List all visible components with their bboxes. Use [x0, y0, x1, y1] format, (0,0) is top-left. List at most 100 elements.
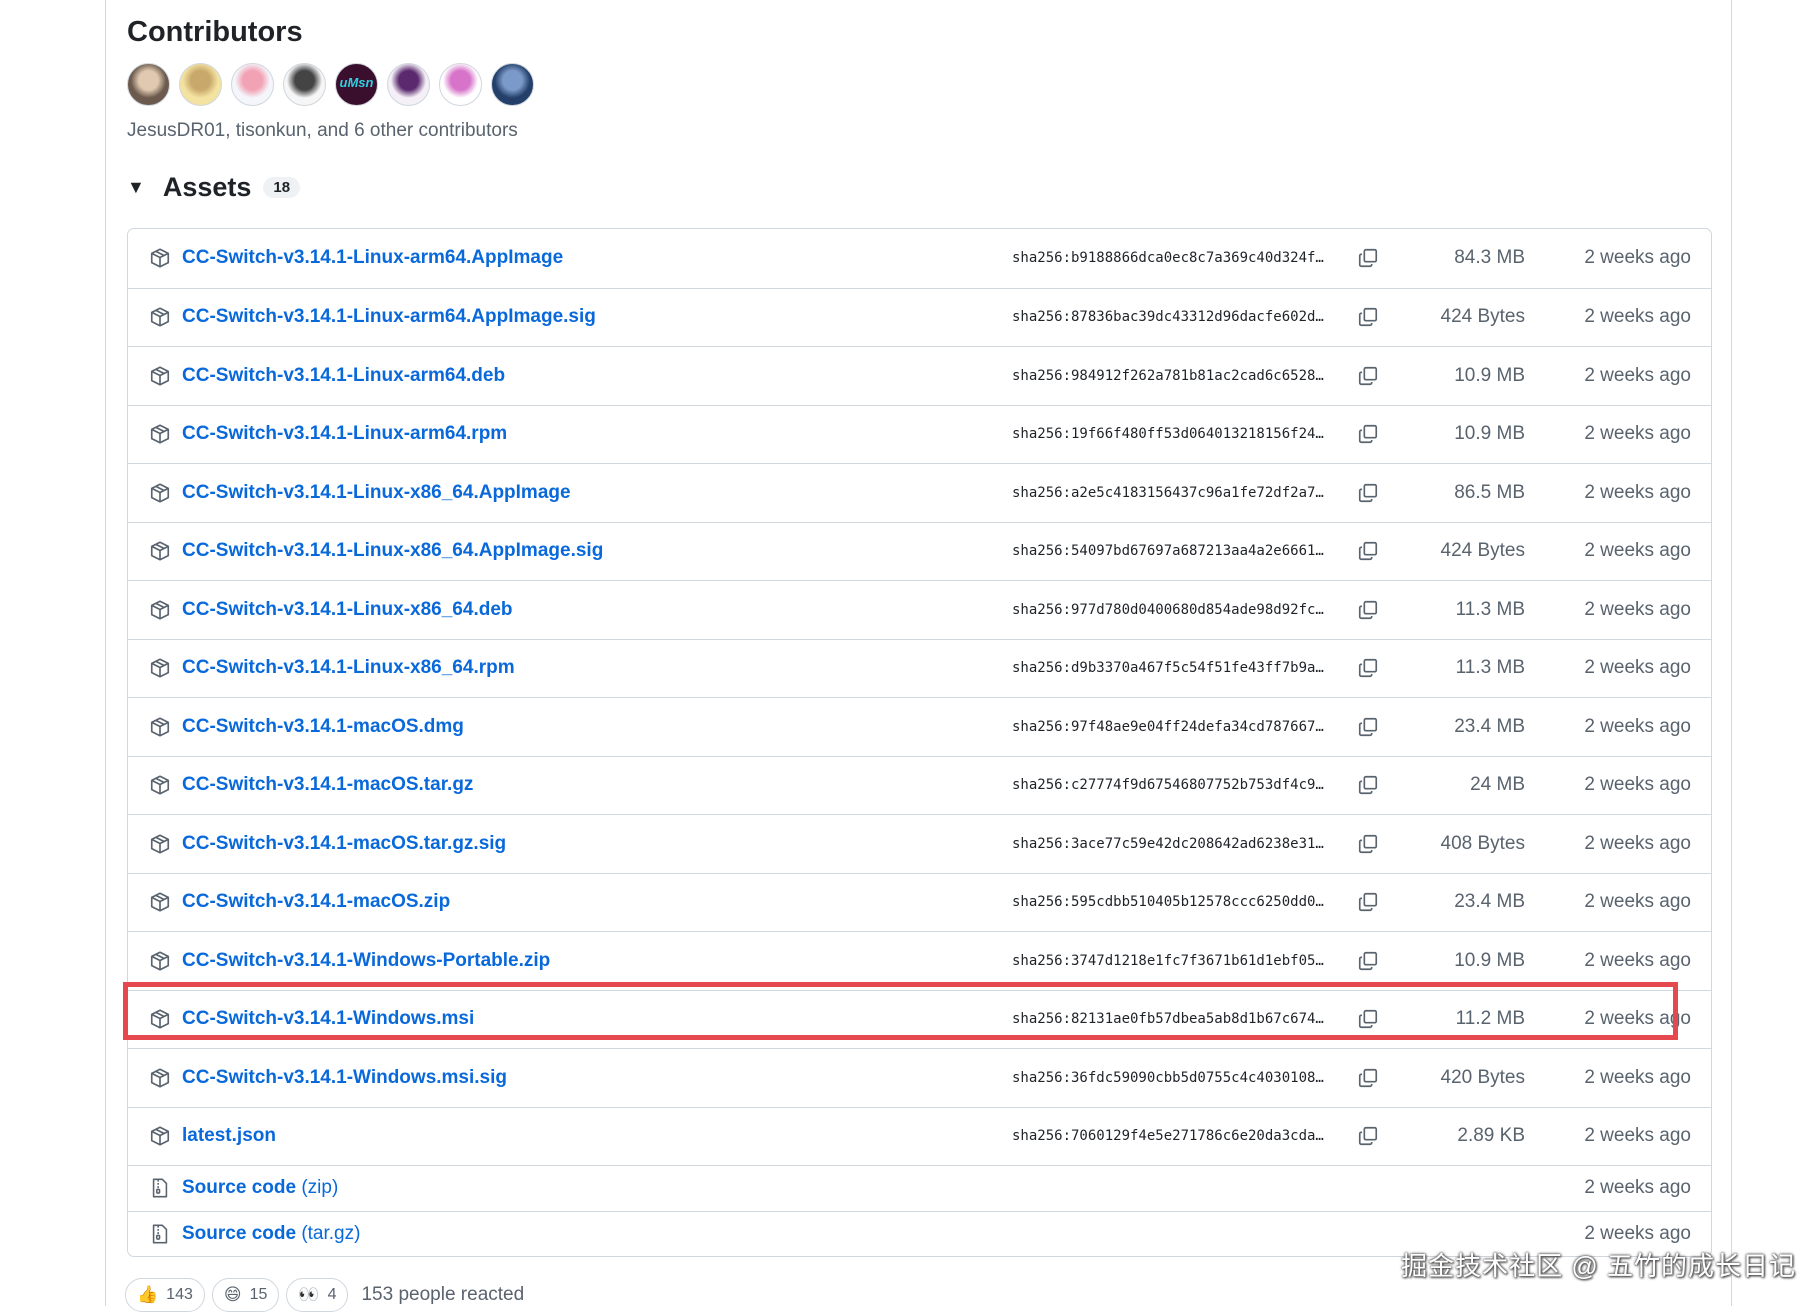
copy-icon[interactable]: [1357, 540, 1379, 562]
package-icon: [150, 248, 170, 268]
asset-link[interactable]: CC-Switch-v3.14.1-Linux-x86_64.AppImage.…: [182, 540, 603, 562]
asset-date: 2 weeks ago: [1584, 481, 1691, 503]
copy-icon[interactable]: [1357, 423, 1379, 445]
asset-row: latest.json sha256:7060129f4e5e271786c6e…: [128, 1106, 1711, 1166]
package-icon: [150, 366, 170, 386]
asset-link[interactable]: CC-Switch-v3.14.1-Windows.msi.sig: [182, 1067, 507, 1089]
package-icon: [150, 541, 170, 561]
asset-sha256: sha256:984912f262a781b81ac2cad6c6528…: [1012, 367, 1324, 384]
assets-list: CC-Switch-v3.14.1-Linux-arm64.AppImage s…: [127, 228, 1712, 1257]
copy-icon[interactable]: [1357, 599, 1379, 621]
assets-title: Assets: [162, 172, 252, 202]
copy-icon[interactable]: [1357, 716, 1379, 738]
asset-size: 11.3 MB: [1455, 598, 1525, 620]
source-label: Source code: [182, 1222, 297, 1244]
asset-sha256: sha256:54097bd67697a687213aa4a2e6661…: [1012, 543, 1324, 560]
asset-size: 24 MB: [1470, 774, 1525, 796]
asset-date: 2 weeks ago: [1584, 1125, 1691, 1147]
asset-date: 2 weeks ago: [1584, 891, 1691, 913]
asset-link[interactable]: CC-Switch-v3.14.1-macOS.zip: [182, 891, 450, 913]
asset-row: CC-Switch-v3.14.1-macOS.dmg sha256:97f48…: [128, 697, 1711, 756]
copy-icon[interactable]: [1357, 891, 1379, 913]
contributors-summary[interactable]: JesusDR01, tisonkun, and 6 other contrib…: [127, 120, 518, 142]
copy-icon[interactable]: [1357, 1067, 1379, 1089]
copy-icon[interactable]: [1357, 1008, 1379, 1030]
triangle-down-icon: ▼: [127, 177, 145, 197]
asset-date: 2 weeks ago: [1584, 247, 1691, 269]
contributor-avatar[interactable]: [491, 63, 534, 106]
asset-link[interactable]: CC-Switch-v3.14.1-macOS.tar.gz: [182, 774, 473, 796]
asset-link[interactable]: CC-Switch-v3.14.1-Windows.msi: [182, 1008, 474, 1030]
reaction-button[interactable]: 👀 4: [286, 1278, 349, 1312]
asset-row: CC-Switch-v3.14.1-Linux-x86_64.rpm sha25…: [128, 638, 1711, 698]
source-link[interactable]: Source code (tar.gz): [182, 1223, 360, 1245]
asset-link[interactable]: CC-Switch-v3.14.1-Linux-x86_64.deb: [182, 599, 513, 621]
copy-icon[interactable]: [1357, 657, 1379, 679]
package-icon: [150, 834, 170, 854]
copy-icon[interactable]: [1357, 774, 1379, 796]
asset-date: 2 weeks ago: [1584, 364, 1691, 386]
package-icon: [150, 892, 170, 912]
contributor-avatar[interactable]: [231, 63, 274, 106]
asset-size: 424 Bytes: [1440, 306, 1526, 328]
asset-sha256: sha256:36fdc59090cbb5d0755c4c4030108…: [1012, 1069, 1324, 1086]
asset-date: 2 weeks ago: [1584, 949, 1691, 971]
asset-row: CC-Switch-v3.14.1-Linux-x86_64.AppImage …: [128, 463, 1711, 522]
reactions-summary[interactable]: 153 people reacted: [361, 1284, 524, 1306]
copy-icon[interactable]: [1357, 247, 1379, 269]
assets-count-badge: 18: [263, 177, 301, 198]
asset-link[interactable]: CC-Switch-v3.14.1-Linux-x86_64.AppImage: [182, 482, 571, 504]
copy-icon[interactable]: [1357, 306, 1379, 328]
contributor-avatar[interactable]: [387, 63, 430, 106]
asset-size: 11.3 MB: [1455, 657, 1525, 679]
asset-link[interactable]: latest.json: [182, 1125, 276, 1147]
copy-icon[interactable]: [1357, 833, 1379, 855]
source-date: 2 weeks ago: [1584, 1222, 1691, 1244]
asset-row: CC-Switch-v3.14.1-Linux-x86_64.AppImage.…: [128, 521, 1711, 581]
asset-row: CC-Switch-v3.14.1-Linux-x86_64.deb sha25…: [128, 580, 1711, 639]
asset-link[interactable]: CC-Switch-v3.14.1-Linux-arm64.deb: [182, 365, 505, 387]
asset-row: CC-Switch-v3.14.1-Windows-Portable.zip s…: [128, 931, 1711, 990]
reaction-count: 4: [327, 1286, 337, 1303]
asset-row: CC-Switch-v3.14.1-Linux-arm64.AppImage s…: [128, 229, 1711, 288]
assets-header[interactable]: ▼ Assets 18: [127, 172, 301, 203]
asset-link[interactable]: CC-Switch-v3.14.1-Linux-arm64.AppImage.s…: [182, 306, 596, 328]
asset-row: CC-Switch-v3.14.1-Linux-arm64.rpm sha256…: [128, 404, 1711, 464]
reaction-count: 15: [249, 1286, 268, 1303]
package-icon: [150, 717, 170, 737]
asset-sha256: sha256:82131ae0fb57dbea5ab8d1b67c674…: [1012, 1011, 1324, 1028]
asset-row: CC-Switch-v3.14.1-macOS.tar.gz.sig sha25…: [128, 814, 1711, 873]
contributors-title: Contributors: [127, 16, 303, 48]
asset-sha256: sha256:87836bac39dc43312d96dacfe602d…: [1012, 309, 1324, 326]
asset-link[interactable]: CC-Switch-v3.14.1-macOS.tar.gz.sig: [182, 833, 506, 855]
contributor-avatar[interactable]: [127, 63, 170, 106]
reaction-button[interactable]: 👍 143: [125, 1278, 205, 1312]
asset-size: 10.9 MB: [1454, 364, 1525, 386]
asset-row: CC-Switch-v3.14.1-Windows.msi.sig sha256…: [128, 1048, 1711, 1107]
package-icon: [150, 1068, 170, 1088]
asset-link[interactable]: CC-Switch-v3.14.1-Linux-arm64.AppImage: [182, 247, 563, 269]
source-row: Source code (zip) 2 weeks ago: [128, 1165, 1711, 1211]
reaction-button[interactable]: 😄 15: [211, 1278, 280, 1312]
copy-icon[interactable]: [1357, 365, 1379, 387]
asset-link[interactable]: CC-Switch-v3.14.1-Linux-x86_64.rpm: [182, 657, 515, 679]
contributor-avatar[interactable]: [283, 63, 326, 106]
contributor-avatar[interactable]: [179, 63, 222, 106]
avatar-text: uMsn: [339, 75, 374, 90]
contributor-avatars: uMsn: [127, 63, 534, 106]
package-icon: [150, 483, 170, 503]
copy-icon[interactable]: [1357, 482, 1379, 504]
asset-date: 2 weeks ago: [1584, 1008, 1691, 1030]
source-date: 2 weeks ago: [1584, 1177, 1691, 1199]
asset-link[interactable]: CC-Switch-v3.14.1-Linux-arm64.rpm: [182, 423, 507, 445]
asset-link[interactable]: CC-Switch-v3.14.1-macOS.dmg: [182, 716, 464, 738]
contributor-avatar[interactable]: uMsn: [335, 63, 378, 106]
package-icon: [150, 600, 170, 620]
copy-icon[interactable]: [1357, 950, 1379, 972]
source-link[interactable]: Source code (zip): [182, 1177, 338, 1199]
contributor-avatar[interactable]: [439, 63, 482, 106]
asset-sha256: sha256:3ace77c59e42dc208642ad6238e31…: [1012, 835, 1324, 852]
asset-row: CC-Switch-v3.14.1-Windows.msi sha256:821…: [128, 989, 1711, 1049]
copy-icon[interactable]: [1357, 1125, 1379, 1147]
asset-link[interactable]: CC-Switch-v3.14.1-Windows-Portable.zip: [182, 950, 550, 972]
